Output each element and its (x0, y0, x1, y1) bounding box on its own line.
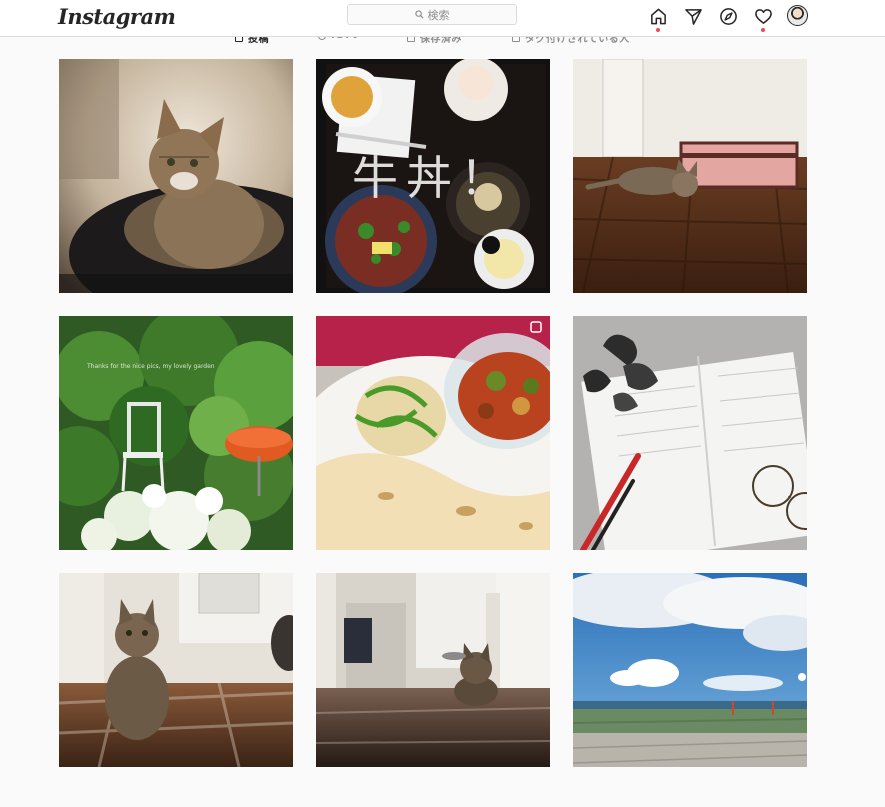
post-thumbnail[interactable] (59, 59, 293, 293)
home-icon (650, 8, 666, 24)
post-image: 牛丼！ (316, 59, 550, 293)
activity-button[interactable] (752, 5, 774, 32)
top-navigation-bar: Instagram 検索 (0, 0, 885, 37)
post-thumbnail[interactable] (573, 573, 807, 807)
post-image (573, 316, 807, 550)
activity-heart-icon (754, 8, 772, 24)
post-image (316, 573, 550, 767)
profile-avatar[interactable] (787, 5, 808, 26)
home-notification-dot (656, 28, 660, 32)
direct-icon (684, 8, 702, 25)
explore-icon (719, 7, 737, 25)
post-thumbnail[interactable] (573, 59, 807, 293)
post-image (59, 59, 293, 293)
search-input[interactable]: 検索 (347, 4, 517, 25)
post-image (316, 316, 550, 550)
post-overlay-text: 牛丼！ (352, 151, 514, 205)
post-image (573, 59, 807, 293)
instagram-logo[interactable]: Instagram (58, 4, 176, 29)
post-thumbnail[interactable]: Thanks for the nice pics, my lovely gard… (59, 316, 293, 550)
post-overlay-text: Thanks for the nice pics, my lovely gard… (86, 363, 215, 370)
post-thumbnail[interactable] (316, 316, 550, 550)
search-icon (414, 10, 424, 19)
post-image (59, 573, 293, 767)
direct-messages-button[interactable] (682, 5, 704, 27)
post-thumbnail[interactable] (59, 573, 293, 807)
search-placeholder: 検索 (427, 8, 450, 22)
post-image: Thanks for the nice pics, my lovely gard… (59, 316, 293, 550)
home-button[interactable] (647, 5, 669, 32)
post-thumbnail[interactable] (316, 573, 550, 807)
post-image (573, 573, 807, 767)
post-thumbnail[interactable]: 牛丼！ (316, 59, 550, 293)
activity-notification-dot (761, 28, 765, 32)
post-thumbnail[interactable] (573, 316, 807, 550)
explore-button[interactable] (717, 5, 739, 27)
